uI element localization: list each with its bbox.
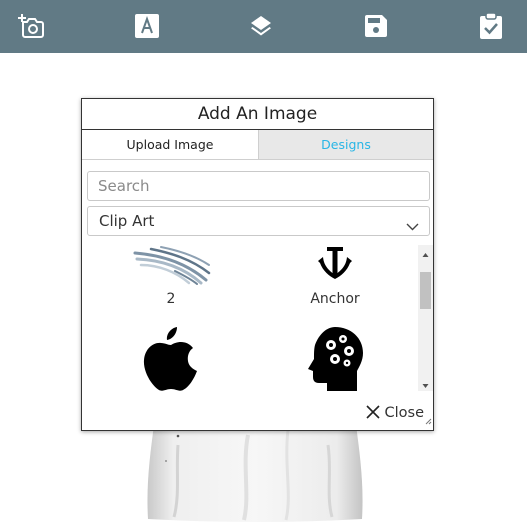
head-gears-icon — [305, 325, 367, 391]
category-select[interactable]: Clip Art — [87, 206, 430, 236]
design-item-label: Anchor — [310, 291, 360, 307]
anchor-icon — [315, 245, 355, 283]
design-item-anchor[interactable]: Anchor — [270, 245, 400, 309]
search-input[interactable] — [87, 171, 430, 201]
scroll-down-arrow-icon[interactable] — [418, 377, 433, 389]
tab-designs[interactable]: Designs — [259, 130, 433, 159]
resize-grip-icon[interactable] — [424, 410, 432, 429]
add-image-dialog: Add An Image Upload Image Designs Clip A… — [81, 98, 434, 431]
clipboard-check-icon — [480, 13, 502, 39]
checkout-button[interactable] — [477, 12, 505, 40]
floppy-disk-icon — [365, 15, 387, 37]
close-icon — [365, 404, 380, 423]
chevron-down-icon — [406, 216, 419, 235]
scrollbar-thumb[interactable] — [420, 272, 431, 309]
layers-button[interactable] — [247, 12, 275, 40]
design-item-head-gears[interactable] — [270, 325, 400, 391]
category-select-value: Clip Art — [99, 212, 155, 230]
save-button[interactable] — [362, 12, 390, 40]
tab-upload-image[interactable]: Upload Image — [82, 130, 259, 159]
design-item-apple[interactable] — [106, 325, 236, 391]
text-a-icon — [135, 14, 159, 38]
design-gallery: 2 Anchor — [82, 245, 417, 391]
close-label: Close — [384, 405, 425, 421]
top-toolbar — [0, 0, 527, 53]
feathers-wing-icon — [131, 245, 211, 289]
design-item-2[interactable]: 2 — [106, 245, 236, 309]
dialog-tabs: Upload Image Designs — [82, 130, 433, 160]
apple-logo-icon — [141, 325, 201, 391]
tshirt-preview — [138, 425, 370, 522]
gallery-scrollbar[interactable] — [418, 245, 433, 391]
design-item-label: 2 — [166, 291, 176, 307]
camera-plus-icon — [18, 13, 46, 39]
close-button[interactable]: Close — [365, 404, 425, 423]
add-text-button[interactable] — [133, 12, 161, 40]
dialog-title: Add An Image — [82, 99, 433, 130]
layers-icon — [249, 14, 273, 38]
add-photo-button[interactable] — [18, 12, 46, 40]
scroll-up-arrow-icon[interactable] — [418, 246, 433, 258]
